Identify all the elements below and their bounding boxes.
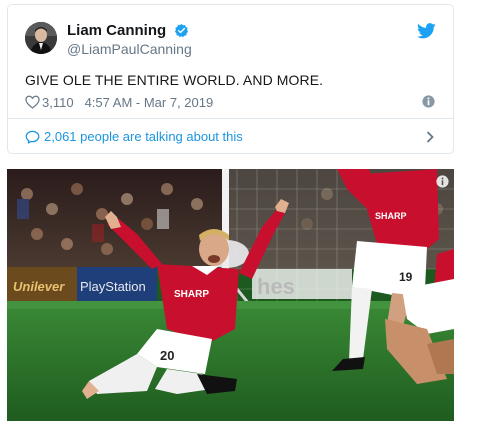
tweet-timestamp[interactable]: 4:57 AM - Mar 7, 2019 xyxy=(85,95,214,110)
info-icon[interactable] xyxy=(422,95,435,108)
ad-board-partial: hes xyxy=(257,274,295,299)
author-name[interactable]: Liam Canning xyxy=(67,22,166,39)
twitter-bird-icon[interactable] xyxy=(417,23,436,39)
avatar[interactable] xyxy=(25,22,57,54)
heart-icon[interactable] xyxy=(25,95,40,109)
photo-info-icon[interactable] xyxy=(436,175,449,188)
tweet-meta: 3,110 4:57 AM - Mar 7, 2019 xyxy=(25,93,213,111)
comment-bubble-icon xyxy=(25,130,40,144)
ad-board-unilever: Unilever xyxy=(13,279,65,294)
author-handle[interactable]: @LiamPaulCanning xyxy=(67,41,192,57)
shirt-sponsor-left: SHARP xyxy=(174,289,209,300)
chevron-right-icon[interactable] xyxy=(426,131,434,143)
shirt-sponsor-right: SHARP xyxy=(375,211,407,221)
talking-link[interactable]: 2,061 people are talking about this xyxy=(8,119,453,154)
talking-count-text: 2,061 people are talking about this xyxy=(44,129,243,144)
ad-board-playstation: PlayStation xyxy=(80,279,146,294)
tweet-card: Liam Canning @LiamPaulCanning GIVE OLE T… xyxy=(7,4,454,154)
shorts-number-left: 20 xyxy=(160,348,174,363)
tweet-photo[interactable]: Unilever PlayStation hes SHARP 20 SHARP … xyxy=(7,169,454,421)
tweet-text: GIVE OLE THE ENTIRE WORLD. AND MORE. xyxy=(25,72,324,88)
like-count[interactable]: 3,110 xyxy=(42,95,74,110)
football-celebration-photo: Unilever PlayStation hes SHARP 20 SHARP … xyxy=(7,169,454,421)
shorts-number-right: 19 xyxy=(399,270,413,284)
verified-badge-icon xyxy=(174,23,189,38)
